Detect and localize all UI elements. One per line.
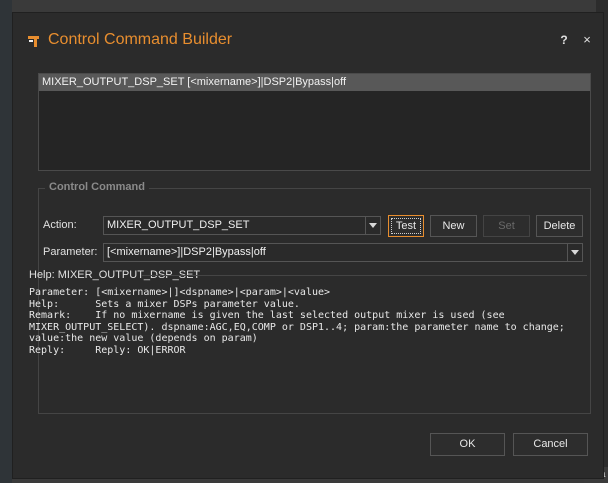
dialog-title: Control Command Builder: [48, 31, 233, 48]
close-button[interactable]: ×: [580, 32, 594, 48]
help-line-reply: Reply: Reply: OK|ERROR: [29, 344, 186, 356]
help-button[interactable]: ?: [557, 32, 571, 48]
parameter-value: [<mixername>]|DSP2|Bypass|off: [107, 246, 266, 258]
chevron-down-icon[interactable]: [365, 217, 380, 234]
delete-button[interactable]: Delete: [536, 215, 583, 237]
help-line-remark-cont: MIXER_OUTPUT_SELECT). dspname:AGC,EQ,COM…: [29, 321, 565, 333]
help-line-parameter: Parameter: [<mixername>|]<dspname>|<para…: [29, 287, 331, 298]
new-button[interactable]: New: [430, 215, 477, 237]
ok-button[interactable]: OK: [430, 433, 505, 456]
command-list-item[interactable]: MIXER_OUTPUT_DSP_SET [<mixername>]|DSP2|…: [39, 74, 590, 91]
control-command-builder-dialog: Control Command Builder ? × MIXER_OUTPUT…: [12, 12, 604, 479]
test-button-label: Test: [391, 218, 421, 234]
command-builder-icon: [27, 33, 43, 49]
action-value: MIXER_OUTPUT_DSP_SET: [107, 219, 250, 231]
chevron-down-icon[interactable]: [567, 244, 582, 261]
set-button[interactable]: Set: [483, 215, 530, 237]
help-line-remark: Remark: If no mixername is given the las…: [29, 310, 505, 321]
parameter-label: Parameter:: [43, 246, 98, 258]
parameter-combobox[interactable]: [<mixername>]|DSP2|Bypass|off: [103, 243, 583, 262]
help-line-help: Help: Sets a mixer DSPs parameter value.: [29, 298, 300, 310]
help-text: Parameter: [<mixername>|]<dspname>|<para…: [29, 287, 565, 356]
test-button[interactable]: Test: [388, 215, 424, 237]
title-bar[interactable]: Control Command Builder ? ×: [13, 13, 603, 65]
action-combobox[interactable]: MIXER_OUTPUT_DSP_SET: [103, 216, 381, 235]
help-line-value: value:the new value (depends on param): [29, 333, 258, 344]
help-divider: [142, 275, 587, 276]
background-left-panel: [0, 0, 12, 483]
control-command-group-label: Control Command: [45, 181, 149, 193]
command-list[interactable]: MIXER_OUTPUT_DSP_SET [<mixername>]|DSP2|…: [38, 73, 591, 171]
action-label: Action:: [43, 219, 77, 231]
cancel-button[interactable]: Cancel: [513, 433, 588, 456]
